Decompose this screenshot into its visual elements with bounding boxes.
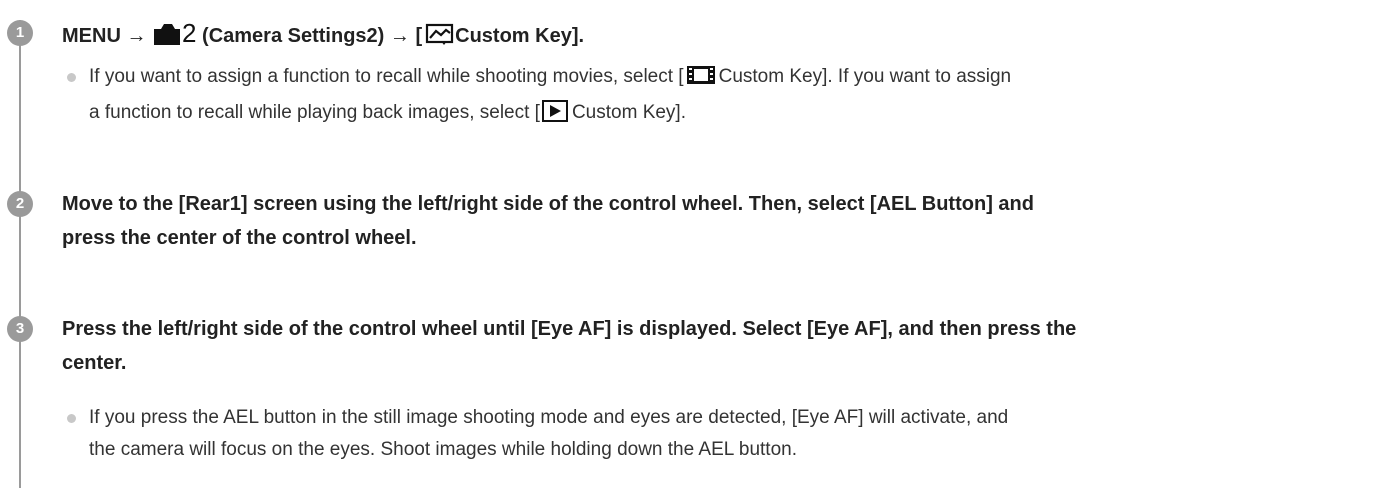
custom-key-still-icon (425, 22, 455, 57)
heading-text: center. (62, 352, 127, 374)
camera-settings-label: (Camera Settings2) (202, 25, 385, 47)
step-note: If you want to assign a function to reca… (89, 61, 1371, 133)
step-number-badge: 2 (7, 191, 33, 217)
movie-icon (686, 64, 716, 97)
note-text: a function to recall while playing back … (89, 102, 540, 123)
step-heading: Press the left/right side of the control… (62, 312, 1377, 380)
playback-icon (541, 100, 568, 133)
camera-icon (152, 22, 182, 57)
step-heading: Move to the [Rear1] screen using the lef… (62, 187, 1377, 255)
menu-label: MENU (62, 25, 121, 47)
step-number-badge: 1 (7, 20, 33, 46)
heading-text: Move to the [Rear1] screen using the lef… (62, 193, 1034, 215)
custom-key-label: Custom Key]. (455, 25, 585, 47)
bullet (67, 73, 76, 82)
bullet (67, 414, 76, 423)
bracket-open: [ (415, 25, 423, 47)
step-heading: MENU → 2 (Camera Settings2) → [ Custom K… (62, 16, 1377, 57)
step-timeline-rail (19, 20, 21, 488)
arrow: → (389, 25, 410, 47)
step-note: If you press the AEL button in the still… (89, 402, 1371, 466)
note-text: If you press the AEL button in the still… (89, 407, 1009, 428)
note-text: the camera will focus on the eyes. Shoot… (89, 439, 798, 460)
note-text: Custom Key]. (571, 102, 686, 123)
step-number-badge: 3 (7, 316, 33, 342)
heading-text: Press the left/right side of the control… (62, 318, 1077, 340)
arrow: → (126, 25, 147, 47)
heading-text: press the center of the control wheel. (62, 227, 417, 249)
note-text: If you want to assign a function to reca… (89, 66, 684, 87)
camera-settings-number: 2 (182, 18, 197, 48)
note-text: Custom Key]. If you want to assign (718, 66, 1012, 87)
